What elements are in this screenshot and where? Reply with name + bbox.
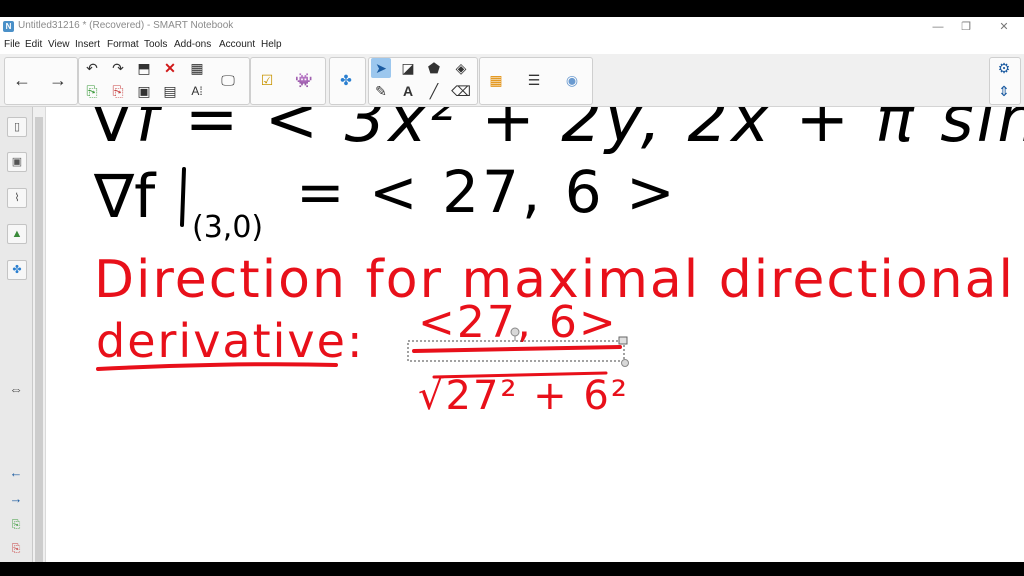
smart-notebook-window: N Untitled31216 * (Recovered) - SMART No… bbox=[0, 0, 1024, 562]
addons-icon[interactable]: ✤ bbox=[7, 260, 27, 280]
scrollbar-thumb[interactable] bbox=[35, 117, 43, 562]
rotate-handle[interactable] bbox=[510, 327, 520, 337]
polygon-icon[interactable]: ⬟ bbox=[424, 58, 444, 78]
close-button[interactable]: ✕ bbox=[991, 19, 1017, 35]
eraser-icon[interactable]: ⌫ bbox=[451, 81, 471, 101]
menu-insert[interactable]: Insert bbox=[75, 39, 100, 50]
addons-puzzle-icon[interactable]: ✤ bbox=[336, 70, 356, 90]
menu-help[interactable]: Help bbox=[261, 39, 282, 50]
line-style-icon[interactable]: ☰ bbox=[524, 70, 544, 90]
menu-file[interactable]: File bbox=[4, 39, 20, 50]
pens-icon[interactable]: ✎ bbox=[371, 81, 391, 101]
properties-icon[interactable]: ▲ bbox=[7, 224, 27, 244]
back-arrow-icon[interactable]: ← bbox=[12, 70, 32, 90]
fraction-numerator: <27, 6> bbox=[418, 297, 618, 348]
evaluation-bar bbox=[180, 167, 186, 227]
delete-page-icon[interactable]: ⎘ bbox=[7, 540, 25, 558]
select-pointer-icon[interactable]: ➤ bbox=[371, 58, 391, 78]
gallery-icon[interactable]: ▣ bbox=[7, 152, 27, 172]
attachments-icon[interactable]: ⌇ bbox=[7, 188, 27, 208]
back-icon[interactable]: ← bbox=[7, 464, 25, 482]
response-check-icon[interactable]: ☑ bbox=[257, 70, 277, 90]
smart-notebook-icon: N bbox=[3, 21, 14, 32]
redo-icon[interactable]: ↷ bbox=[108, 58, 128, 78]
menu-account[interactable]: Account bbox=[219, 39, 255, 50]
fill-bucket-icon[interactable]: ◈ bbox=[451, 58, 471, 78]
add-page-icon[interactable]: ⎘ bbox=[7, 516, 25, 534]
maximize-button[interactable]: ❐ bbox=[953, 19, 979, 35]
gear-icon[interactable]: ⚙ bbox=[994, 58, 1014, 78]
color-palette-icon[interactable]: ▦ bbox=[486, 70, 506, 90]
fill-effects-icon[interactable]: ◉ bbox=[562, 70, 582, 90]
text-icon[interactable]: A bbox=[398, 81, 418, 101]
paste-icon[interactable]: ▤ bbox=[160, 81, 180, 101]
menu-tools[interactable]: Tools bbox=[144, 39, 167, 50]
gradient-symbol: ∇f bbox=[93, 162, 157, 232]
menu-edit[interactable]: Edit bbox=[25, 39, 42, 50]
move-toolbar-icon[interactable]: ⇕ bbox=[994, 81, 1014, 101]
add-page-icon[interactable]: ⎘ bbox=[82, 81, 102, 101]
ink-layer: ∇f = < 3x² + 2y, 2x + π sin(πy) > ∇f (3,… bbox=[89, 107, 1024, 419]
delete-page-icon[interactable]: ⎘ bbox=[108, 81, 128, 101]
line-icon[interactable]: ╱ bbox=[424, 81, 444, 101]
delete-icon[interactable]: ✕ bbox=[160, 58, 180, 78]
measurement-tools-icon[interactable]: A⁞ bbox=[187, 81, 207, 101]
page-sorter-icon[interactable]: ▯ bbox=[7, 117, 27, 137]
vertical-scrollbar[interactable] bbox=[33, 107, 46, 562]
selection-menu-handle[interactable] bbox=[618, 336, 628, 345]
resize-handle[interactable] bbox=[621, 359, 629, 367]
menu-addons[interactable]: Add-ons bbox=[174, 39, 211, 50]
screen-shade-icon[interactable]: ⬒ bbox=[134, 58, 154, 78]
derivative-label: derivative: bbox=[96, 314, 364, 368]
fraction-denominator: √27² + 6² bbox=[418, 373, 629, 419]
table-icon[interactable]: ▦ bbox=[187, 58, 207, 78]
whiteboard-canvas[interactable]: ∇f = < 3x² + 2y, 2x + π sin(πy) > ∇f (3,… bbox=[46, 107, 1024, 562]
letterbox-top bbox=[0, 0, 1024, 17]
move-icon[interactable]: ⇔ bbox=[7, 380, 25, 398]
screen-capture-icon[interactable]: 🖵 bbox=[218, 70, 238, 90]
minimize-button[interactable]: — bbox=[925, 19, 951, 35]
gradient-value: = < 27, 6 > bbox=[296, 158, 678, 226]
forward-arrow-icon[interactable]: → bbox=[48, 70, 68, 90]
shapes-icon[interactable]: ◪ bbox=[398, 58, 418, 78]
monster-activity-icon[interactable]: 👾 bbox=[294, 70, 314, 90]
evaluation-point: (3,0) bbox=[192, 210, 263, 245]
window-title: Untitled31216 * (Recovered) - SMART Note… bbox=[18, 20, 234, 31]
menu-format[interactable]: Format bbox=[107, 39, 139, 50]
undo-icon[interactable]: ↶ bbox=[82, 58, 102, 78]
menu-view[interactable]: View bbox=[48, 39, 70, 50]
forward-icon[interactable]: → bbox=[7, 490, 25, 508]
save-icon[interactable]: ▣ bbox=[134, 81, 154, 101]
gradient-formula: ∇f = < 3x² + 2y, 2x + π sin(πy) > bbox=[89, 107, 1024, 157]
